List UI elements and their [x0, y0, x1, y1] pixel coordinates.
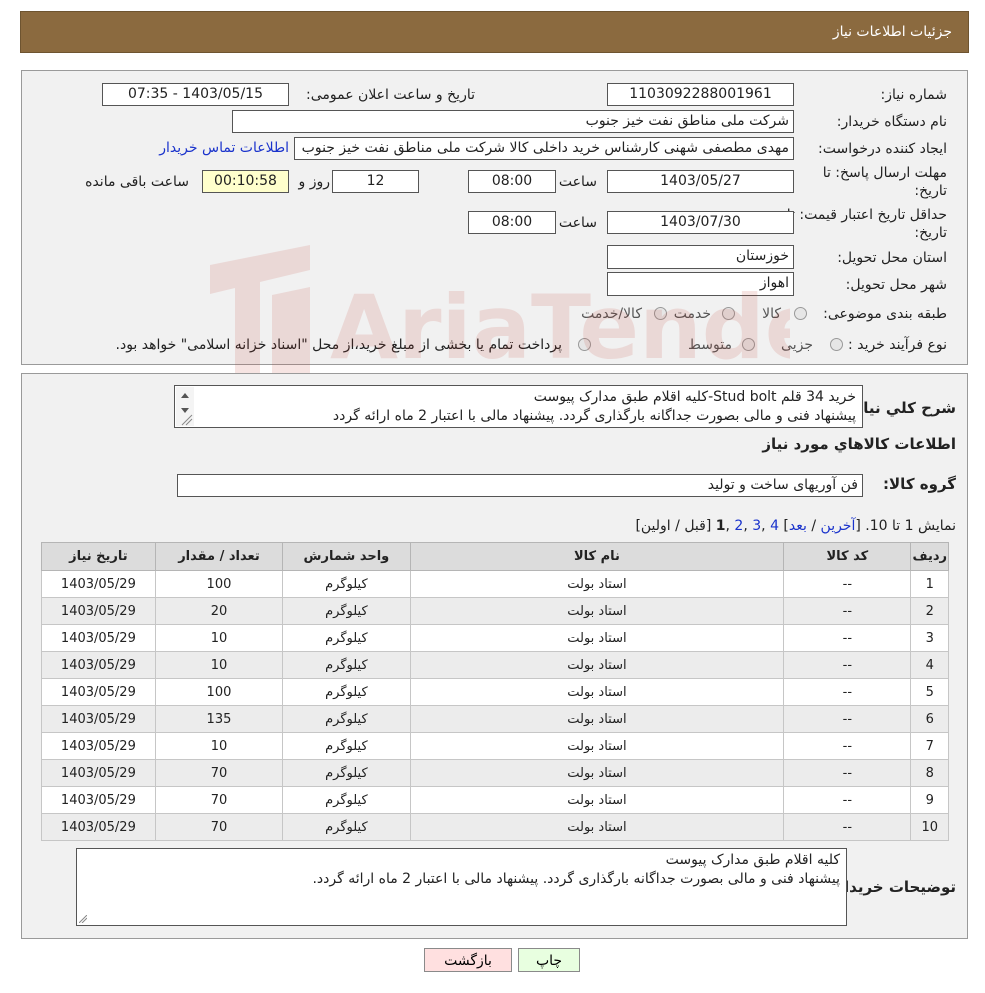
summary-scrollbar[interactable] — [176, 387, 194, 426]
validity-date-field: 1403/07/30 — [607, 211, 794, 234]
scroll-arrows-icon — [181, 393, 193, 426]
announce-field: 1403/05/15 - 07:35 — [102, 83, 289, 106]
summary-textarea[interactable]: خرید 34 قلم Stud bolt-کلیه اقلام طبق مدا… — [174, 385, 863, 428]
summary-line-2: پیشنهاد فنی و مالی بصورت جداگانه بارگذار… — [332, 408, 856, 424]
process-option-medium: متوسط — [688, 337, 732, 353]
group-field: فن آوریهای ساخت و تولید — [177, 474, 863, 497]
page-2-link[interactable]: 2 — [734, 518, 743, 534]
items-table: ردیف کد کالا نام کالا واحد شمارش تعداد /… — [41, 542, 949, 841]
category-radio-both[interactable] — [654, 307, 667, 320]
category-label: طبقه بندی موضوعی: — [823, 306, 947, 322]
table-row: 8 -- استاد بولت کیلوگرم 70 1403/05/29 — [41, 759, 949, 787]
announce-label: تاریخ و ساعت اعلان عمومی: — [306, 87, 475, 103]
col-qty: تعداد / مقدار — [154, 542, 284, 571]
page-title: جزئیات اطلاعات نیاز — [832, 24, 952, 40]
need-number-label: شماره نیاز: — [880, 87, 948, 103]
buyer-notes-line-2: پیشنهاد فنی و مالی بصورت جداگانه بارگذار… — [312, 871, 840, 887]
table-row: 5 -- استاد بولت کیلوگرم 100 1403/05/29 — [41, 678, 949, 706]
remaining-time-field: 00:10:58 — [202, 170, 289, 193]
deadline-date-field: 1403/05/27 — [607, 170, 794, 193]
category-radio-service[interactable] — [722, 307, 735, 320]
days-field: 12 — [332, 170, 419, 193]
category-radio-goods[interactable] — [794, 307, 807, 320]
validity-label-2: تاریخ: — [914, 225, 947, 241]
table-row: 7 -- استاد بولت کیلوگرم 10 1403/05/29 — [41, 732, 949, 760]
table-row: 3 -- استاد بولت کیلوگرم 10 1403/05/29 — [41, 624, 949, 652]
validity-label: حداقل تاریخ اعتبار قیمت: تا — [786, 207, 947, 223]
category-option-service: خدمت — [673, 306, 711, 322]
page-header: جزئیات اطلاعات نیاز — [20, 11, 969, 53]
process-radio-minor[interactable] — [830, 338, 843, 351]
validity-time-field: 08:00 — [468, 211, 556, 234]
buyer-notes-label: توضیحات خریدار: — [829, 878, 956, 896]
remaining-label: ساعت باقی مانده — [85, 174, 189, 190]
items-title: اطلاعات کالاهاي مورد نياز — [762, 435, 956, 453]
resize-grip-icon[interactable] — [79, 915, 87, 923]
deadline-label-2: تاریخ: — [914, 183, 947, 199]
print-button[interactable]: چاپ — [518, 948, 580, 972]
creator-label: ایجاد کننده درخواست: — [818, 141, 947, 157]
col-code: کد کالا — [783, 542, 912, 571]
process-note: پرداخت تمام یا بخشی از مبلغ خرید،از محل … — [115, 337, 562, 353]
table-row: 1 -- استاد بولت کیلوگرم 100 1403/05/29 — [41, 570, 949, 598]
category-option-goods: کالا — [762, 306, 781, 322]
buyer-org-label: نام دستگاه خریدار: — [836, 114, 947, 130]
col-unit: واحد شمارش — [282, 542, 411, 571]
page-4-link[interactable]: 4 — [770, 518, 779, 534]
back-button[interactable]: بازگشت — [424, 948, 512, 972]
details-panel: شماره نیاز: 1103092288001961 تاریخ و ساع… — [21, 70, 968, 365]
city-field: اهواز — [607, 272, 794, 296]
paging-last-link[interactable]: آخرین — [821, 518, 856, 534]
province-field: خوزستان — [607, 245, 794, 269]
creator-field: مهدی مطصفی شهنی کارشناس خرید داخلی کالا … — [294, 137, 794, 160]
col-name: نام کالا — [409, 542, 785, 571]
category-option-both: کالا/خدمت — [581, 306, 642, 322]
summary-line-1: خرید 34 قلم Stud bolt-کلیه اقلام طبق مدا… — [533, 389, 856, 405]
table-row: 10 -- استاد بولت کیلوگرم 70 1403/05/29 — [41, 813, 949, 841]
table-row: 4 -- استاد بولت کیلوگرم 10 1403/05/29 — [41, 651, 949, 679]
group-label: گروه کالا: — [883, 475, 956, 493]
table-header-row: ردیف کد کالا نام کالا واحد شمارش تعداد /… — [41, 542, 949, 571]
summary-label: شرح کلي نياز: — [848, 399, 956, 417]
pagination: نمایش 1 تا 10. [آخرین / بعد] 4 ,3 ,2 ,1 … — [635, 518, 956, 534]
process-checkbox-treasury[interactable] — [578, 338, 591, 351]
buyer-org-field: شرکت ملی مناطق نفت خیز جنوب — [232, 110, 794, 133]
deadline-time-label: ساعت — [558, 174, 597, 190]
need-number-field: 1103092288001961 — [607, 83, 794, 106]
page-3-link[interactable]: 3 — [752, 518, 761, 534]
table-row: 9 -- استاد بولت کیلوگرم 70 1403/05/29 — [41, 786, 949, 814]
items-panel: شرح کلي نياز: خرید 34 قلم Stud bolt-کلیه… — [21, 373, 968, 939]
col-date: تاریخ نیاز — [41, 542, 156, 571]
days-label: روز و — [298, 174, 331, 190]
province-label: استان محل تحویل: — [837, 250, 947, 266]
buyer-notes-line-1: کلیه اقلام طبق مدارک پیوست — [665, 852, 840, 868]
city-label: شهر محل تحویل: — [845, 277, 947, 293]
process-radio-medium[interactable] — [742, 338, 755, 351]
process-label: نوع فرآیند خرید : — [848, 337, 947, 353]
deadline-label: مهلت ارسال پاسخ: تا — [822, 165, 947, 181]
col-row: ردیف — [910, 542, 949, 571]
validity-time-label: ساعت — [558, 215, 597, 231]
paging-next-link[interactable]: بعد — [789, 518, 807, 534]
buyer-contact-link[interactable]: اطلاعات تماس خریدار — [159, 140, 289, 156]
buyer-notes-textarea[interactable]: کلیه اقلام طبق مدارک پیوست پیشنهاد فنی و… — [76, 848, 847, 926]
current-page: 1 — [715, 518, 726, 534]
process-option-minor: جزیی — [781, 337, 813, 353]
table-row: 2 -- استاد بولت کیلوگرم 20 1403/05/29 — [41, 597, 949, 625]
deadline-time-field: 08:00 — [468, 170, 556, 193]
table-row: 6 -- استاد بولت کیلوگرم 135 1403/05/29 — [41, 705, 949, 733]
